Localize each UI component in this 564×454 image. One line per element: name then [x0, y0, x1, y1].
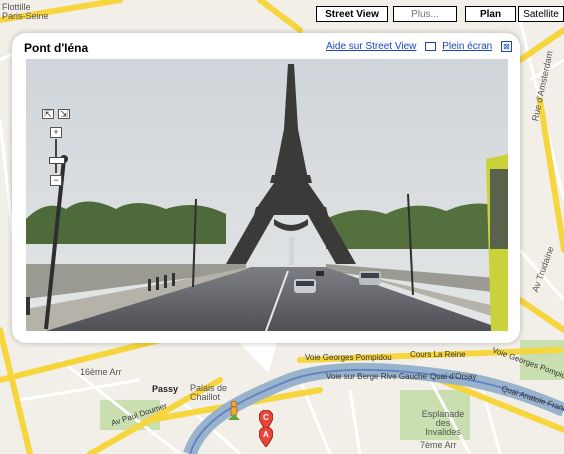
map-label-paris-seine: Paris-Seine [2, 11, 49, 21]
map-label-7eme: 7ème Arr [420, 440, 457, 450]
rotate-right-button[interactable]: ⇲ [58, 109, 70, 119]
map-label-palais-chaillot: Palais de Chaillot [190, 383, 228, 402]
rotate-left-button[interactable]: ⇱ [42, 109, 54, 119]
help-street-view-link[interactable]: Aide sur Street View [326, 41, 416, 52]
street-view-bubble: Pont d'Iéna Aide sur Street View Plein é… [12, 33, 520, 343]
fullscreen-icon[interactable] [425, 42, 437, 51]
zoom-out-button[interactable]: − [50, 175, 62, 186]
street-view-image [26, 59, 508, 331]
road-label-berge-rive-gauche: Voie sur Berge Rive Gauche [326, 372, 427, 381]
zoom-slider-track[interactable] [55, 139, 57, 173]
map-label-passy: Passy [152, 384, 179, 394]
street-view-panorama[interactable]: ⇱ ⇲ + − [26, 59, 508, 331]
map-type-plan-button[interactable]: Plan [465, 6, 516, 22]
map-marker-c-label: C [263, 413, 269, 422]
map-label-esplanade: Esplanade des Invalides [421, 409, 465, 437]
close-icon[interactable]: ⊠ [501, 41, 512, 52]
fullscreen-link[interactable]: Plein écran [442, 41, 492, 52]
map-type-plus-button[interactable]: Plus... [393, 6, 457, 22]
map-label-16eme: 16ème Arr [80, 367, 122, 377]
map-marker-a-label: A [263, 430, 269, 439]
bubble-title: Pont d'Iéna [24, 41, 89, 55]
road-label-quai-orsay: Quai d'Orsay [430, 372, 477, 381]
map-type-street-view-button[interactable]: Street View [316, 6, 388, 22]
road-label-georges-pompidou: Voie Georges Pompidou [305, 353, 392, 362]
bubble-links: Aide sur Street View Plein écran ⊠ [320, 41, 512, 52]
zoom-slider-knob[interactable] [49, 157, 65, 164]
zoom-in-button[interactable]: + [50, 127, 62, 138]
road-label-cours-la-reine: Cours La Reine [410, 350, 466, 359]
map-type-satellite-button[interactable]: Satellite [518, 6, 564, 22]
pegman-icon[interactable] [226, 400, 242, 422]
